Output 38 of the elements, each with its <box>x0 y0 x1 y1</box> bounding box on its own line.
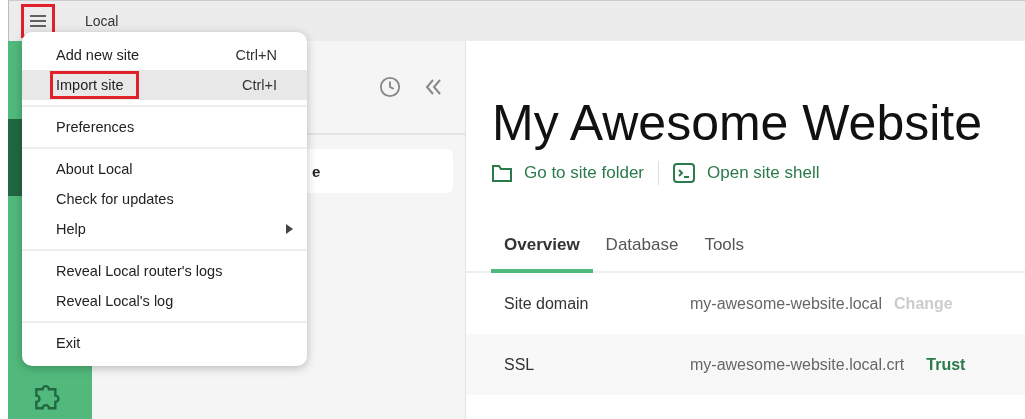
tab[interactable]: Database <box>592 225 692 273</box>
menu-item-label: Reveal Local's log <box>55 292 175 311</box>
site-action-link[interactable]: Open site shell <box>673 163 820 183</box>
shortcut-label: Ctrl+N <box>235 47 277 63</box>
submenu-arrow-icon <box>286 224 293 234</box>
menu-item[interactable]: Reveal Local router's logs <box>22 256 307 286</box>
terminal-icon <box>673 163 695 183</box>
field-label: Site domain <box>504 294 590 313</box>
collapse-icon[interactable] <box>423 77 443 97</box>
menu-item-label: Import site <box>50 71 139 99</box>
folder-icon <box>492 164 512 182</box>
history-icon[interactable] <box>379 76 401 98</box>
menu-item[interactable]: Exit <box>22 328 307 358</box>
menu-item-label: Check for updates <box>55 190 175 209</box>
menu-item-label: About Local <box>55 160 134 179</box>
menu-item-label: Add new site <box>55 46 141 65</box>
window-title: Local <box>85 13 119 29</box>
menu-item[interactable]: Add new site Ctrl+N <box>22 40 307 70</box>
field-value: my-awesome-website.local <box>690 294 883 313</box>
menu-item-label: Help <box>55 220 87 239</box>
menu-item[interactable]: Help <box>22 214 307 244</box>
shortcut-label: Ctrl+I <box>241 77 277 93</box>
menu-item[interactable]: About Local <box>22 154 307 184</box>
tab[interactable]: Tools <box>691 225 758 273</box>
menu-item[interactable]: Check for updates <box>22 184 307 214</box>
site-title: My Awesome Website <box>492 94 983 153</box>
field-action-link[interactable]: Trust <box>926 355 966 374</box>
menu-item-label: Reveal Local router's logs <box>55 262 224 281</box>
menu-item[interactable]: Preferences <box>22 112 307 142</box>
menu-item-label: Exit <box>55 334 82 353</box>
field-label: SSL <box>504 355 536 374</box>
menu-item[interactable]: Import site Ctrl+I <box>22 70 307 100</box>
site-action-link[interactable]: Go to site folder <box>492 163 644 183</box>
menu-icon <box>30 14 46 28</box>
menu-item[interactable]: Reveal Local's log <box>22 286 307 316</box>
site-name: e <box>312 162 321 180</box>
field-value: my-awesome-website.local.crt <box>690 355 905 374</box>
menu-item-label: Preferences <box>55 118 136 137</box>
